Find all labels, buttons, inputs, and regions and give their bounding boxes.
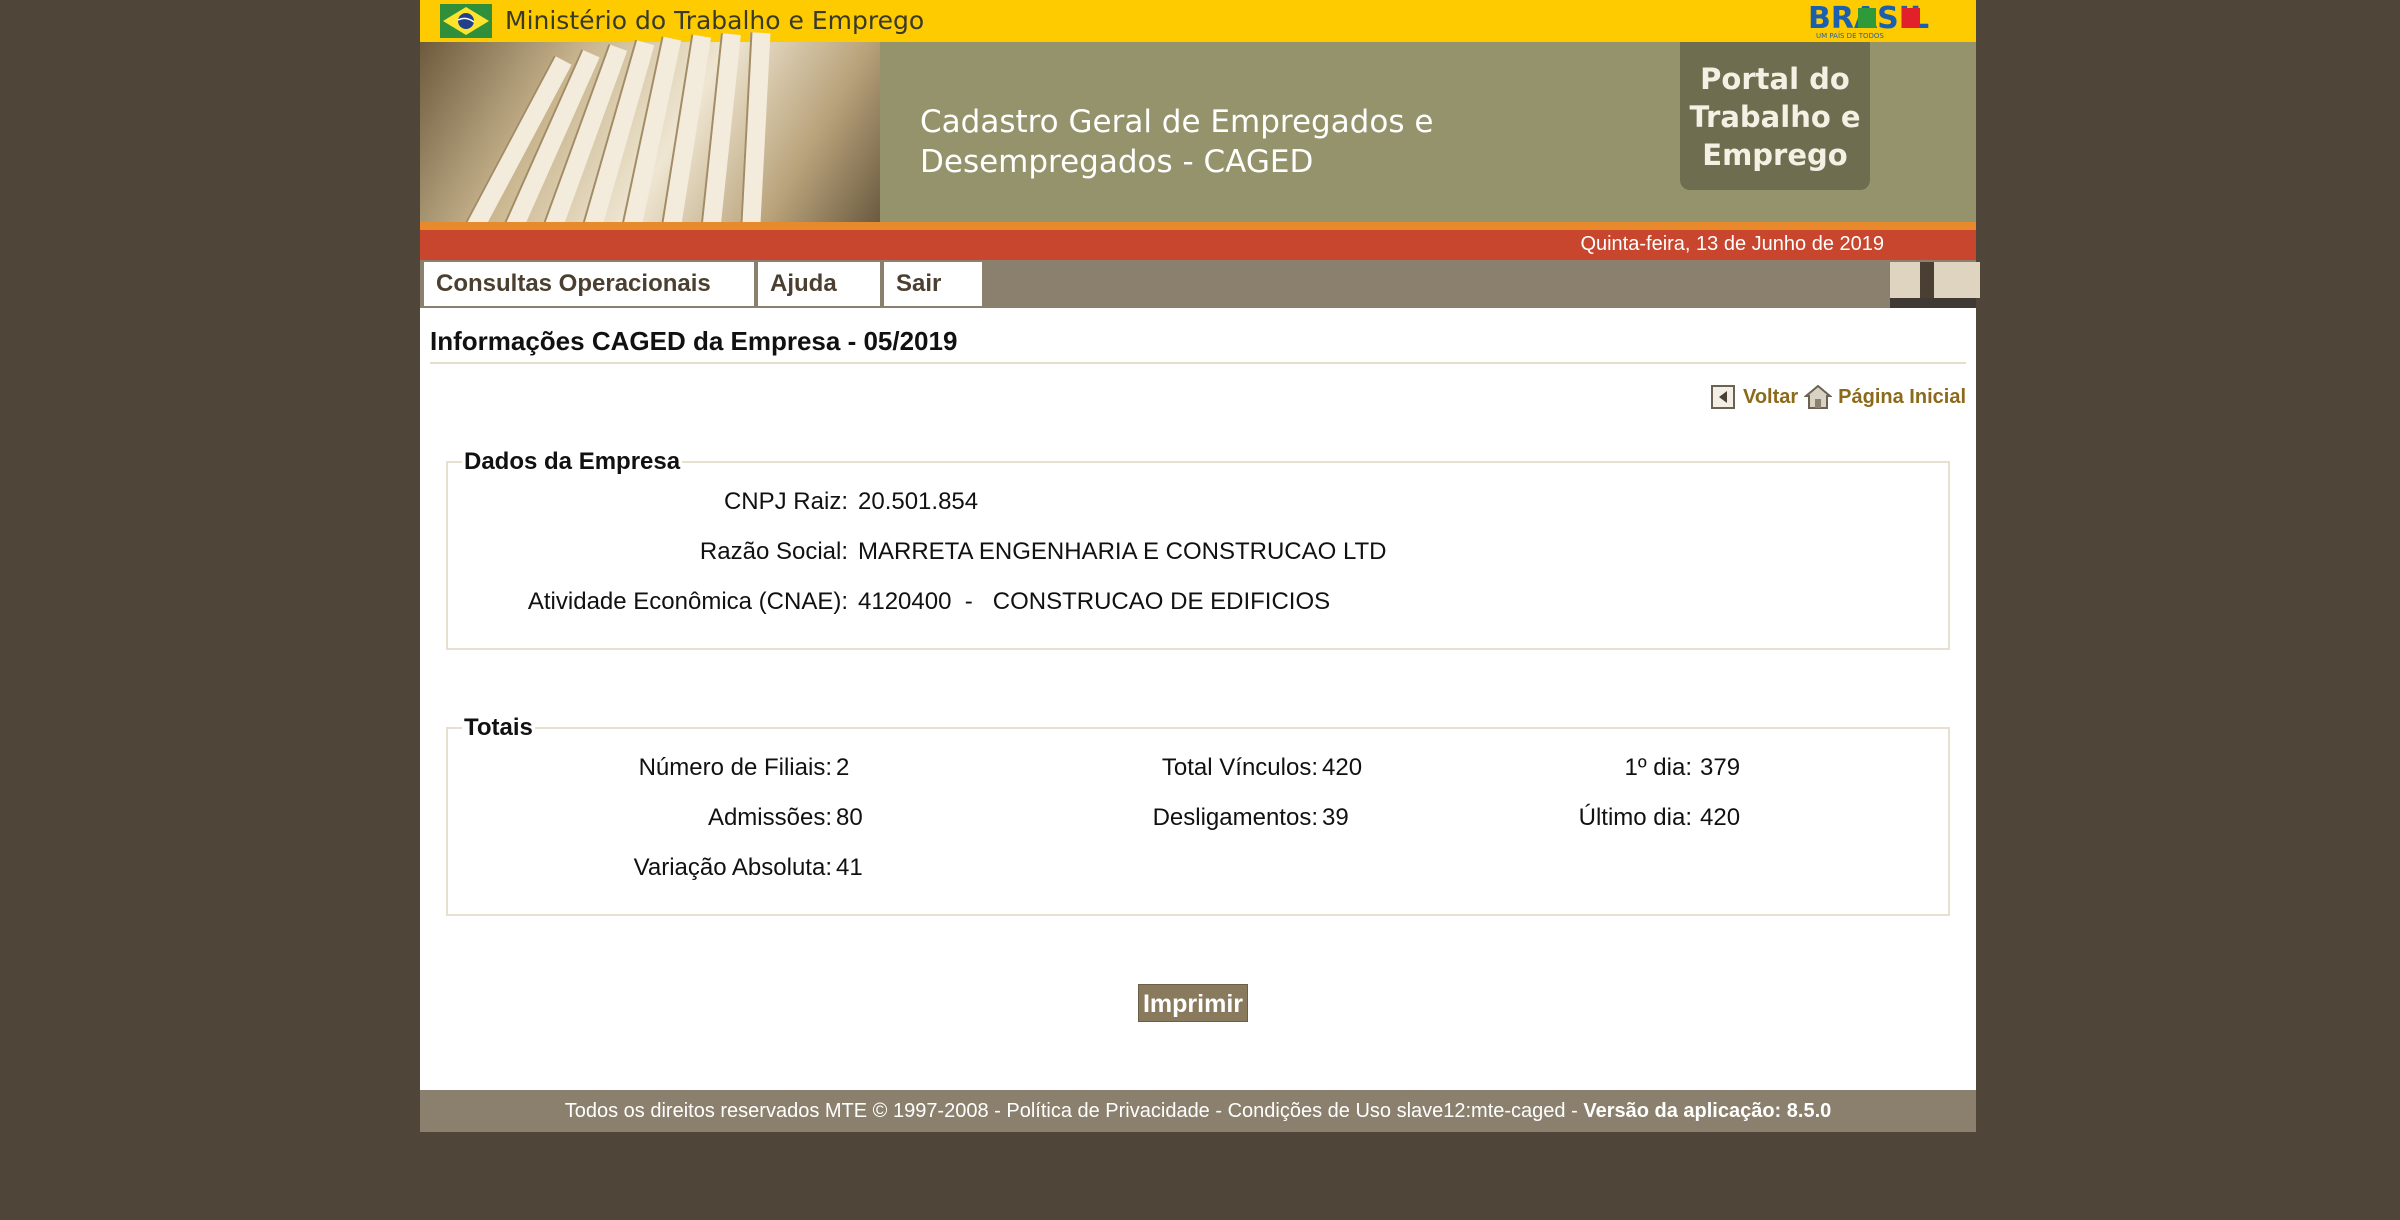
branches-label: Número de Filiais: — [638, 754, 832, 781]
divider — [430, 362, 1966, 364]
brazil-flag-icon — [440, 4, 492, 38]
absolute-variation-value: 41 — [836, 854, 863, 881]
razao-social-label: Razão Social: — [699, 538, 848, 565]
first-day-label: 1º dia: — [1624, 754, 1692, 781]
government-bar: Ministério do Trabalho e Emprego BRASIL … — [420, 0, 1976, 42]
first-day-value: 379 — [1700, 754, 1741, 781]
print-button[interactable]: Imprimir — [1138, 984, 1248, 1022]
brasil-logo[interactable]: BRASIL UM PAÍS DE TODOS — [1806, 2, 1956, 40]
current-date: Quinta-feira, 13 de Junho de 2019 — [1580, 233, 1884, 255]
section-title: Totais — [464, 714, 533, 741]
main-menu: Consultas Operacionais Ajuda Sair — [420, 260, 1980, 308]
cnpj-label: CNPJ Raiz: — [723, 488, 848, 515]
admissions-value: 80 — [836, 804, 863, 831]
home-link[interactable]: Página Inicial — [1838, 386, 1966, 409]
admissions-label: Admissões: — [707, 804, 832, 831]
back-link[interactable]: Voltar — [1743, 386, 1798, 409]
back-arrow-icon[interactable] — [1710, 385, 1735, 409]
page-container: Ministério do Trabalho e Emprego BRASIL … — [420, 0, 1980, 1132]
last-day-label: Último dia: — [1578, 804, 1692, 831]
menu-item-sair[interactable]: Sair — [884, 262, 982, 306]
absolute-variation-label: Variação Absoluta: — [633, 854, 832, 881]
cnpj-value: 20.501.854 — [858, 488, 979, 515]
menu-button[interactable] — [1890, 262, 1920, 298]
home-icon[interactable] — [1804, 383, 1833, 411]
book-image — [420, 32, 880, 242]
portal-logo[interactable]: Portal do Trabalho e Emprego — [1680, 42, 1870, 190]
razao-social-value: MARRETA ENGENHARIA E CONSTRUCAO LTD — [858, 538, 1387, 565]
cnae-label: Atividade Econômica (CNAE): — [527, 588, 848, 615]
page-title: Informações CAGED da Empresa - 05/2019 — [430, 326, 958, 356]
dismissals-value: 39 — [1322, 804, 1349, 831]
date-bar: Quinta-feira, 13 de Junho de 2019 — [420, 230, 1976, 260]
cnae-value: 4120400 - CONSTRUCAO DE EDIFICIOS — [858, 588, 1331, 615]
menu-item-ajuda[interactable]: Ajuda — [758, 262, 880, 306]
dismissals-label: Desligamentos: — [1152, 804, 1318, 831]
system-title: Cadastro Geral de Empregados e Desempreg… — [920, 104, 1434, 180]
divider — [420, 222, 1976, 230]
section-title: Dados da Empresa — [464, 448, 681, 475]
menu-button[interactable] — [1934, 262, 1980, 298]
total-links-label: Total Vínculos: — [1161, 754, 1318, 781]
last-day-value: 420 — [1700, 804, 1741, 831]
banner: Cadastro Geral de Empregados e Desempreg… — [420, 32, 1976, 242]
footer-text: Todos os direitos reservados MTE © 1997-… — [564, 1100, 1584, 1122]
branches-value: 2 — [836, 754, 850, 781]
total-links-value: 420 — [1322, 754, 1363, 781]
ministry-name: Ministério do Trabalho e Emprego — [505, 6, 925, 35]
menu-item-consultas[interactable]: Consultas Operacionais — [424, 262, 754, 306]
brasil-logo-tagline: UM PAÍS DE TODOS — [1816, 31, 1884, 40]
app-version: Versão da aplicação: 8.5.0 — [1583, 1100, 1832, 1122]
navigation-links: Voltar Página Inicial — [1710, 382, 1966, 412]
footer: Todos os direitos reservados MTE © 1997-… — [420, 1090, 1976, 1132]
